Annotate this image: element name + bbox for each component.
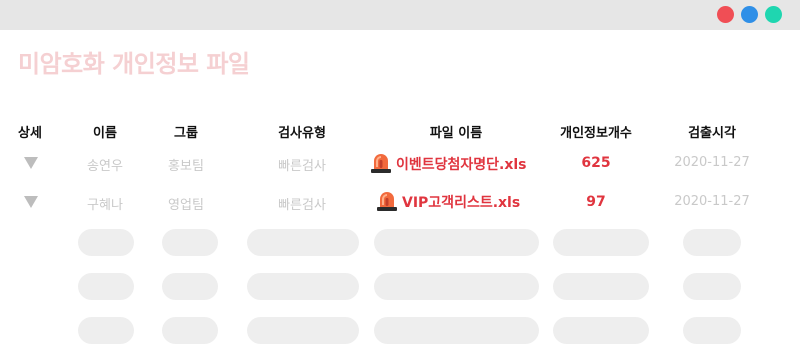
file-name-link: 이벤트당첨자명단.xls bbox=[396, 157, 527, 173]
skeleton-row bbox=[0, 229, 800, 257]
skeleton-row bbox=[0, 273, 800, 301]
siren-icon bbox=[376, 188, 398, 216]
skeleton-pill bbox=[247, 229, 359, 256]
skeleton-row bbox=[0, 317, 800, 345]
header-file-name: 파일 이름 bbox=[429, 126, 483, 141]
skeleton-pill bbox=[247, 317, 359, 344]
cell-name: 구혜나 bbox=[87, 198, 123, 213]
skeleton-pill bbox=[553, 229, 649, 256]
header-group: 그룹 bbox=[174, 126, 198, 141]
skeleton-pill bbox=[162, 317, 218, 344]
skeleton-pill bbox=[683, 229, 741, 256]
header-name: 이름 bbox=[93, 126, 117, 141]
file-name-link: VIP고객리스트.xls bbox=[402, 195, 521, 211]
skeleton-pill bbox=[374, 229, 539, 256]
cell-file[interactable]: 이벤트당첨자명단.xls bbox=[370, 150, 527, 178]
skeleton-pill bbox=[553, 317, 649, 344]
cell-group: 영업팀 bbox=[168, 198, 204, 213]
window-maximize-button[interactable] bbox=[765, 6, 782, 23]
skeleton-pill bbox=[374, 317, 539, 344]
cell-detect-time: 2020-11-27 bbox=[674, 155, 750, 170]
skeleton-pill bbox=[162, 273, 218, 300]
cell-file[interactable]: VIP고객리스트.xls bbox=[376, 188, 520, 216]
skeleton-pill bbox=[247, 273, 359, 300]
cell-pii-count: 625 bbox=[581, 155, 611, 171]
cell-scan-type: 빠른검사 bbox=[278, 198, 326, 213]
window-close-button[interactable] bbox=[717, 6, 734, 23]
window-minimize-button[interactable] bbox=[741, 6, 758, 23]
header-scan-type: 검사유형 bbox=[278, 126, 326, 141]
skeleton-pill bbox=[683, 273, 741, 300]
header-detect-time: 검출시각 bbox=[688, 126, 736, 141]
cell-name: 송연우 bbox=[87, 159, 123, 174]
siren-icon bbox=[370, 150, 392, 178]
header-detail: 상세 bbox=[18, 126, 42, 141]
cell-detect-time: 2020-11-27 bbox=[674, 194, 750, 209]
skeleton-pill bbox=[162, 229, 218, 256]
cell-group: 홍보팀 bbox=[168, 159, 204, 174]
skeleton-pill bbox=[553, 273, 649, 300]
skeleton-pill bbox=[78, 317, 134, 344]
expand-arrow-icon[interactable] bbox=[24, 157, 38, 169]
skeleton-pill bbox=[374, 273, 539, 300]
page-title: 미암호화 개인정보 파일 bbox=[18, 50, 250, 78]
skeleton-pill bbox=[683, 317, 741, 344]
expand-arrow-icon[interactable] bbox=[24, 196, 38, 208]
skeleton-pill bbox=[78, 273, 134, 300]
header-pii-count: 개인정보개수 bbox=[560, 126, 632, 141]
skeleton-pill bbox=[78, 229, 134, 256]
window-titlebar bbox=[0, 0, 800, 30]
cell-scan-type: 빠른검사 bbox=[278, 159, 326, 174]
cell-pii-count: 97 bbox=[586, 194, 606, 210]
